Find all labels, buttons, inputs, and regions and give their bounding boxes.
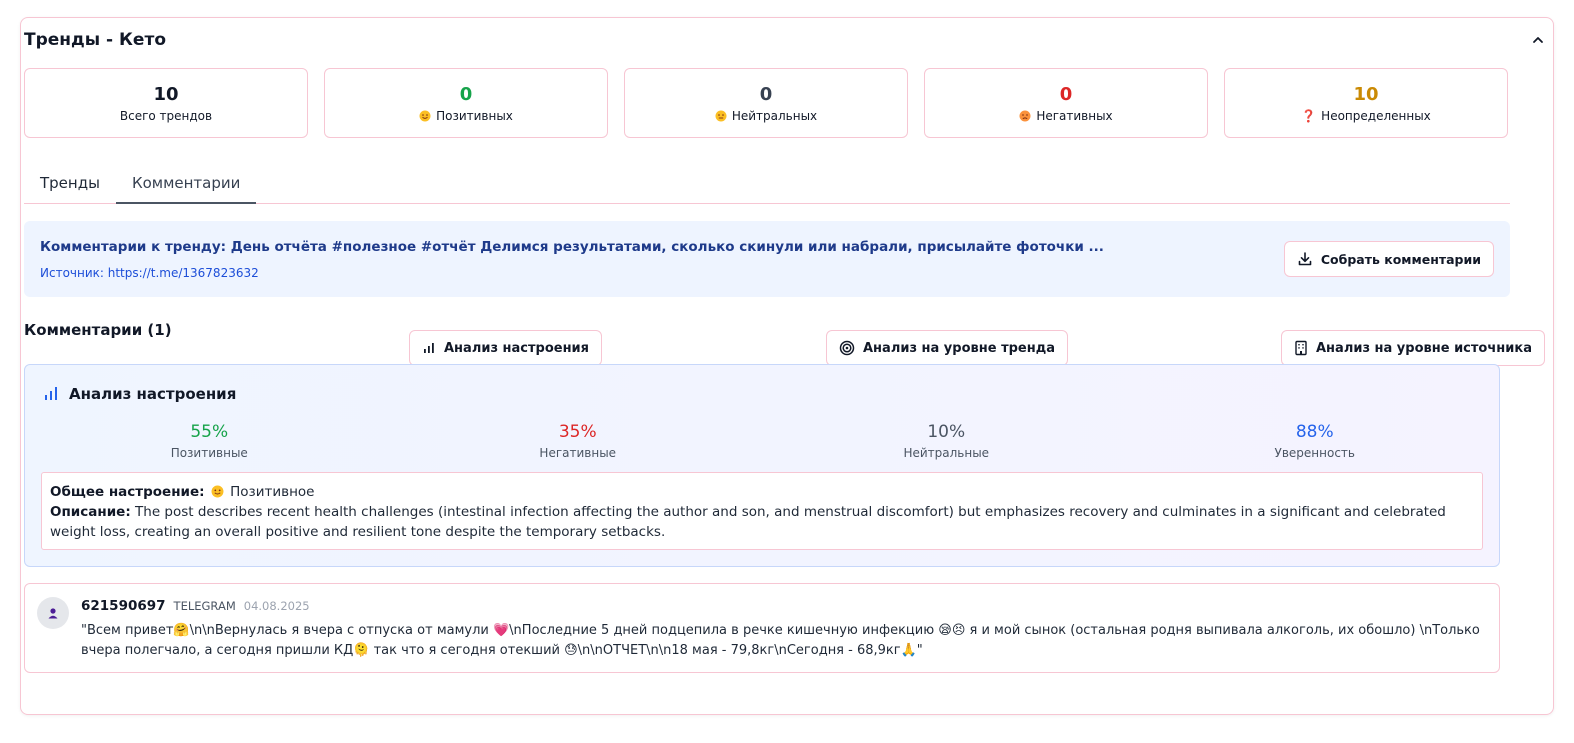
banner-title: Комментарии к тренду: День отчёта #полез…	[40, 239, 1104, 255]
analysis-title: Анализ настроения	[69, 385, 237, 403]
comment-author: 621590697	[81, 598, 166, 614]
metric-negative-label: Негативные	[539, 446, 617, 460]
overall-mood-value: Позитивное	[230, 484, 315, 500]
user-icon	[48, 608, 58, 619]
source-analysis-label: Анализ на уровне источника	[1316, 340, 1532, 356]
collect-comments-button[interactable]: Собрать комментарии	[1283, 241, 1494, 277]
tab-trends[interactable]: Тренды	[24, 166, 116, 204]
neutral-emoji-icon	[715, 110, 727, 121]
overall-mood-label: Общее настроение:	[50, 484, 205, 500]
description-label: Описание:	[50, 504, 131, 520]
sad-emoji-icon	[1019, 110, 1031, 121]
tab-comments[interactable]: Комментарии	[115, 166, 257, 204]
stat-total: 10 Всего трендов	[24, 68, 308, 138]
metric-negative: 35% Негативные	[394, 421, 763, 460]
bar-chart-icon	[424, 343, 434, 353]
stat-negative-label: Негативных	[1036, 108, 1113, 123]
description-text: The post describes recent health challen…	[50, 504, 1446, 540]
trend-analysis-label: Анализ на уровне тренда	[863, 340, 1055, 356]
trend-banner: Комментарии к тренду: День отчёта #полез…	[24, 221, 1510, 297]
stat-neutral: 0 Нейтральных	[624, 68, 908, 138]
analysis-metrics: 55% Позитивные 35% Негативные 10% Нейтра…	[25, 421, 1499, 460]
collect-comments-label: Собрать комментарии	[1320, 251, 1481, 267]
metric-positive: 55% Позитивные	[25, 421, 394, 460]
sentiment-analysis-button[interactable]: Анализ настроения	[409, 330, 603, 366]
stat-negative: 0 Негативных	[924, 68, 1208, 138]
stat-neutral-label: Нейтральных	[731, 108, 818, 123]
avatar	[37, 597, 69, 629]
stat-positive: 0 Позитивных	[324, 68, 608, 138]
stat-negative-value: 0	[1059, 83, 1073, 105]
metric-confidence: 88% Уверенность	[1131, 421, 1500, 460]
metric-negative-value: 35%	[558, 422, 597, 442]
comment-item: 621590697 TELEGRAM 04.08.2025 "Всем прив…	[24, 583, 1500, 673]
stat-neutral-value: 0	[759, 83, 773, 105]
comment-text: "Всем привет🤗\n\nВернулась я вчера с отп…	[81, 623, 1480, 658]
banner-source-link[interactable]: Источник: https://t.me/1367823632	[40, 266, 259, 280]
metric-positive-label: Позитивные	[170, 446, 248, 460]
stat-undefined-label: Неопределенных	[1321, 108, 1431, 123]
sentiment-analysis-label: Анализ настроения	[444, 340, 590, 356]
target-icon	[839, 340, 855, 356]
analysis-summary: Общее настроение: Позитивное Описание: T…	[41, 472, 1483, 550]
building-icon	[1295, 340, 1307, 356]
metric-confidence-label: Уверенность	[1274, 446, 1355, 460]
sentiment-analysis-panel: Анализ настроения 55% Позитивные 35% Нег…	[24, 364, 1500, 567]
comment-platform: TELEGRAM	[173, 599, 236, 613]
stat-total-label: Всего трендов	[119, 108, 213, 123]
card-header: Тренды - Кето	[24, 28, 1550, 52]
bar-chart-icon	[45, 387, 57, 400]
chevron-up-icon	[1533, 37, 1543, 43]
collapse-button[interactable]	[1526, 28, 1550, 52]
metric-positive-value: 55%	[190, 422, 229, 442]
stat-positive-value: 0	[459, 83, 473, 105]
stat-undefined-value: 10	[1353, 83, 1379, 105]
download-icon	[1298, 252, 1312, 266]
question-mark-icon: ❓	[1301, 108, 1317, 123]
smile-emoji-icon	[211, 485, 224, 498]
metric-neutral: 10% Нейтральные	[762, 421, 1131, 460]
trend-analysis-button[interactable]: Анализ на уровне тренда	[826, 330, 1068, 366]
comment-date: 04.08.2025	[243, 599, 310, 613]
metric-confidence-value: 88%	[1295, 422, 1334, 442]
tabs: Тренды Комментарии	[24, 166, 1510, 204]
comments-title: Комментарии (1)	[24, 321, 172, 339]
metric-neutral-value: 10%	[927, 422, 966, 442]
stat-undefined: 10 ❓ Неопределенных	[1224, 68, 1508, 138]
page-title: Тренды - Кето	[24, 30, 166, 50]
source-analysis-button[interactable]: Анализ на уровне источника	[1281, 330, 1545, 366]
stat-positive-label: Позитивных	[436, 108, 513, 123]
metric-neutral-label: Нейтральные	[903, 446, 990, 460]
stats-row: 10 Всего трендов 0 Позитивных 0 Нейтраль…	[24, 68, 1508, 138]
stat-total-value: 10	[153, 83, 179, 105]
smile-emoji-icon	[419, 110, 431, 121]
